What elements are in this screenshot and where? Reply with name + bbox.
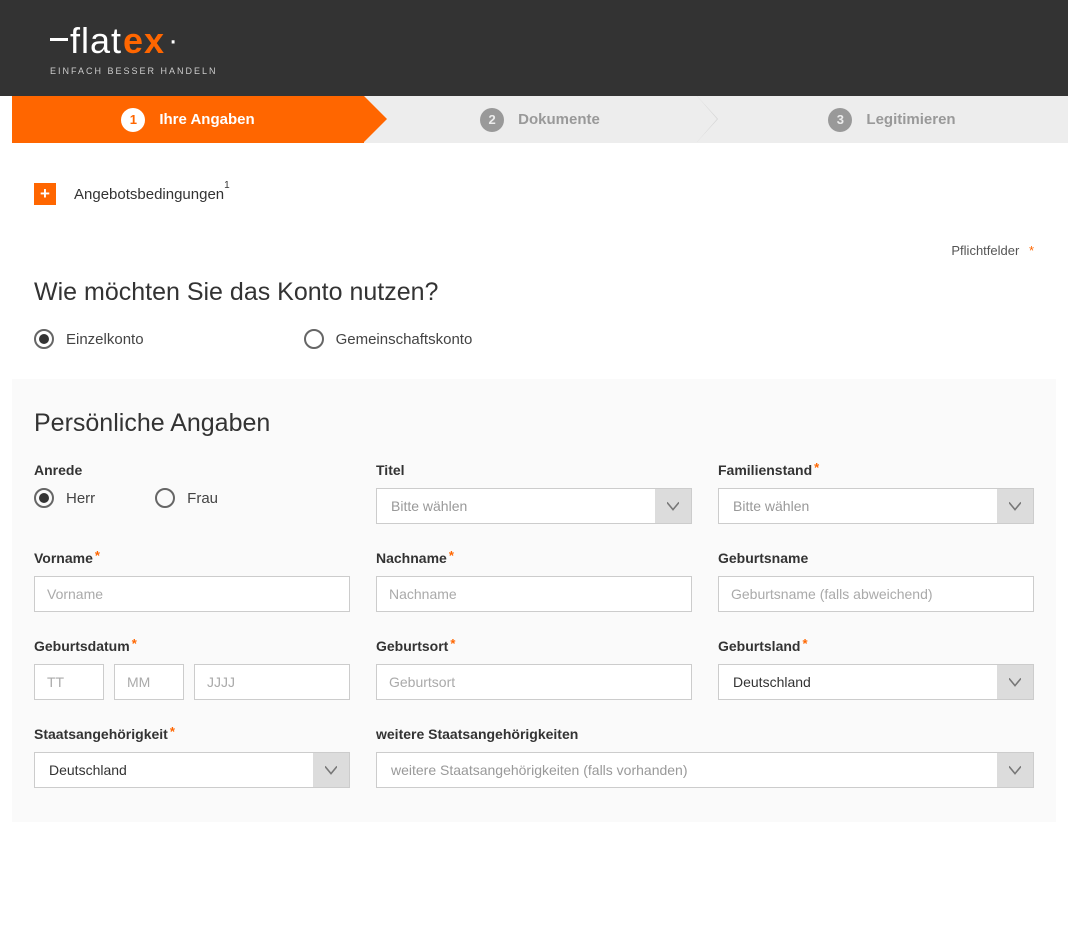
geburtsland-select-value: Deutschland xyxy=(733,674,811,690)
step-3-num: 3 xyxy=(828,108,852,132)
field-anrede: Anrede Herr Frau xyxy=(34,462,350,524)
anrede-radio-group: Herr Frau xyxy=(34,488,350,508)
asterisk-icon: * xyxy=(132,636,137,651)
personal-details-title: Persönliche Angaben xyxy=(34,409,1034,438)
weitere-staat-select-value: weitere Staatsangehörigkeiten (falls vor… xyxy=(391,762,688,778)
geburtsname-input[interactable] xyxy=(718,576,1034,612)
familienstand-select-value: Bitte wählen xyxy=(733,498,809,514)
weitere-staat-select[interactable]: weitere Staatsangehörigkeiten (falls vor… xyxy=(376,752,1034,788)
dob-day-input[interactable] xyxy=(34,664,104,700)
offer-section: + Angebotsbedingungen1 xyxy=(0,143,1068,223)
geburtsname-label: Geburtsname xyxy=(718,550,1034,566)
radio-icon xyxy=(34,329,54,349)
stepper: 1 Ihre Angaben 2 Dokumente 3 Legitimiere… xyxy=(12,96,1068,143)
asterisk-icon: * xyxy=(802,636,807,651)
radio-gemeinschaftskonto-label: Gemeinschaftskonto xyxy=(336,331,473,348)
dob-group xyxy=(34,664,350,700)
radio-herr-label: Herr xyxy=(66,490,95,507)
step-2[interactable]: 2 Dokumente xyxy=(364,96,716,143)
header-bar: flat ex · EINFACH BESSER HANDELN xyxy=(0,0,1068,96)
step-3-label: Legitimieren xyxy=(866,111,955,128)
titel-select[interactable]: Bitte wählen xyxy=(376,488,692,524)
geburtsort-input[interactable] xyxy=(376,664,692,700)
offer-conditions-toggle[interactable]: + Angebotsbedingungen1 xyxy=(34,183,1034,205)
radio-herr[interactable]: Herr xyxy=(34,488,95,508)
radio-icon xyxy=(34,488,54,508)
field-weitere-staat: weitere Staatsangehörigkeiten weitere St… xyxy=(376,726,1034,788)
staat-label: Staatsangehörigkeit* xyxy=(34,726,350,742)
required-fields-label: Pflichtfelder xyxy=(951,243,1019,258)
required-fields-note: Pflichtfelder * xyxy=(0,243,1068,258)
radio-einzelkonto[interactable]: Einzelkonto xyxy=(34,329,144,349)
asterisk-icon: * xyxy=(1029,243,1034,258)
chevron-down-icon xyxy=(997,489,1033,523)
step-2-num: 2 xyxy=(480,108,504,132)
titel-label: Titel xyxy=(376,462,692,478)
logo-dash-icon xyxy=(50,38,68,41)
geburtsort-label: Geburtsort* xyxy=(376,638,692,654)
nachname-label: Nachname* xyxy=(376,550,692,566)
brand-name-left: flat xyxy=(70,20,122,62)
radio-einzelkonto-label: Einzelkonto xyxy=(66,331,144,348)
account-type-section: Wie möchten Sie das Konto nutzen? Einzel… xyxy=(0,258,1068,349)
geburtsland-label: Geburtsland* xyxy=(718,638,1034,654)
offer-label: Angebotsbedingungen xyxy=(74,186,224,203)
geburtsdatum-label: Geburtsdatum* xyxy=(34,638,350,654)
anrede-label: Anrede xyxy=(34,462,350,478)
brand-name-right: ex xyxy=(123,20,165,62)
chevron-down-icon xyxy=(997,753,1033,787)
vorname-label: Vorname* xyxy=(34,550,350,566)
radio-icon xyxy=(304,329,324,349)
dob-year-input[interactable] xyxy=(194,664,350,700)
field-geburtsname: Geburtsname xyxy=(718,550,1034,612)
asterisk-icon: * xyxy=(95,548,100,563)
chevron-down-icon xyxy=(655,489,691,523)
radio-frau-label: Frau xyxy=(187,490,218,507)
asterisk-icon: * xyxy=(170,724,175,739)
step-3[interactable]: 3 Legitimieren xyxy=(716,96,1068,143)
content: + Angebotsbedingungen1 Pflichtfelder * W… xyxy=(0,143,1068,862)
step-2-label: Dokumente xyxy=(518,111,600,128)
offer-sup: 1 xyxy=(224,180,230,191)
familienstand-label: Familienstand* xyxy=(718,462,1034,478)
titel-select-value: Bitte wählen xyxy=(391,498,467,514)
nachname-input[interactable] xyxy=(376,576,692,612)
brand-tagline: EINFACH BESSER HANDELN xyxy=(50,66,218,76)
account-type-title: Wie möchten Sie das Konto nutzen? xyxy=(34,278,1034,307)
step-1[interactable]: 1 Ihre Angaben xyxy=(12,96,364,143)
geburtsland-select[interactable]: Deutschland xyxy=(718,664,1034,700)
field-titel: Titel Bitte wählen xyxy=(376,462,692,524)
familienstand-select[interactable]: Bitte wählen xyxy=(718,488,1034,524)
weitere-staat-label: weitere Staatsangehörigkeiten xyxy=(376,726,1034,742)
staat-select-value: Deutschland xyxy=(49,762,127,778)
chevron-down-icon xyxy=(313,753,349,787)
brand-logo-main: flat ex · xyxy=(50,20,218,62)
personal-details-panel: Persönliche Angaben Anrede Herr Frau xyxy=(12,379,1056,822)
brand-dot: · xyxy=(168,24,179,58)
chevron-down-icon xyxy=(997,665,1033,699)
field-geburtsdatum: Geburtsdatum* xyxy=(34,638,350,700)
plus-icon: + xyxy=(34,183,56,205)
step-1-num: 1 xyxy=(121,108,145,132)
asterisk-icon: * xyxy=(449,548,454,563)
radio-gemeinschaftskonto[interactable]: Gemeinschaftskonto xyxy=(304,329,473,349)
staat-select[interactable]: Deutschland xyxy=(34,752,350,788)
radio-icon xyxy=(155,488,175,508)
account-type-radio-group: Einzelkonto Gemeinschaftskonto xyxy=(34,329,1034,349)
vorname-input[interactable] xyxy=(34,576,350,612)
asterisk-icon: * xyxy=(450,636,455,651)
radio-frau[interactable]: Frau xyxy=(155,488,218,508)
field-staatsangehoerigkeit: Staatsangehörigkeit* Deutschland xyxy=(34,726,350,788)
field-nachname: Nachname* xyxy=(376,550,692,612)
asterisk-icon: * xyxy=(814,460,819,475)
brand-logo: flat ex · EINFACH BESSER HANDELN xyxy=(50,20,218,76)
personal-form-grid: Anrede Herr Frau Titel Bitte wählen xyxy=(34,462,1034,788)
field-vorname: Vorname* xyxy=(34,550,350,612)
field-geburtsland: Geburtsland* Deutschland xyxy=(718,638,1034,700)
step-1-label: Ihre Angaben xyxy=(159,111,254,128)
dob-month-input[interactable] xyxy=(114,664,184,700)
field-geburtsort: Geburtsort* xyxy=(376,638,692,700)
field-familienstand: Familienstand* Bitte wählen xyxy=(718,462,1034,524)
